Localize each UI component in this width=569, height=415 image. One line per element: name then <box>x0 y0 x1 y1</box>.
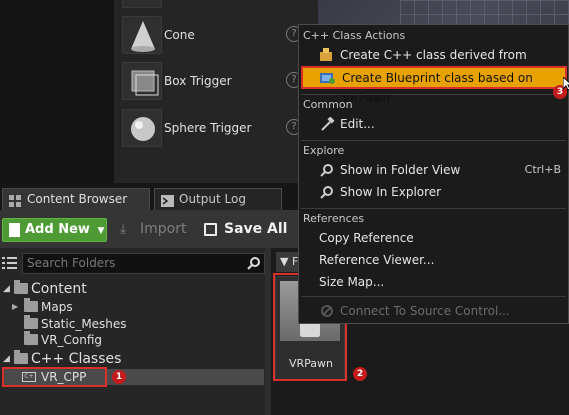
tree-item-vr-config[interactable]: VR_Config <box>0 331 268 348</box>
tree-item-label: Content <box>31 281 87 297</box>
content-browser-icon <box>9 193 22 207</box>
cpp-class-icon <box>319 48 335 62</box>
folder-open-icon <box>14 350 28 364</box>
menu-section-cpp-actions: C++ Class Actions <box>303 29 406 42</box>
tab-label: Content Browser <box>27 192 128 206</box>
menu-item-create-blueprint-class[interactable]: Create Blueprint class based on VRPawn <box>301 66 567 105</box>
asset-context-menu: C++ Class Actions Create C++ class deriv… <box>298 24 569 324</box>
menu-item-edit[interactable]: Edit... <box>301 114 567 134</box>
place-item-label: Sphere Trigger <box>164 121 252 135</box>
sphere-trigger-icon <box>122 109 162 147</box>
folder-icon <box>24 331 38 345</box>
annotation-marker-2: 2 <box>353 367 367 381</box>
folder-open-icon <box>14 280 28 294</box>
import-icon: ⤓ <box>120 221 127 237</box>
partial-thumb-icon <box>122 0 162 8</box>
search-folders-input[interactable]: Search Folders <box>22 253 265 274</box>
source-control-icon <box>319 304 335 318</box>
sources-toggle-icon[interactable] <box>2 255 18 271</box>
import-label: Import <box>140 221 187 237</box>
annotation-marker-1: 1 <box>112 370 126 384</box>
tree-item-cpp-classes[interactable]: ◢ C++ Classes <box>0 350 268 367</box>
chevron-down-icon: ▼ <box>97 226 105 236</box>
folder-icon <box>24 315 38 329</box>
menu-item-copy-reference[interactable]: Copy Reference <box>301 228 567 248</box>
tree-item-content[interactable]: ◢ Content <box>0 280 268 297</box>
tree-item-label: Static_Meshes <box>41 317 127 331</box>
tree-item-label: VR_Config <box>41 333 103 347</box>
edit-hammer-icon <box>319 116 335 131</box>
top-left-panel <box>0 0 114 183</box>
expanded-arrow-icon: ◢ <box>3 284 10 294</box>
menu-item-label: Copy Reference <box>319 231 414 245</box>
menu-separator <box>301 94 566 95</box>
search-placeholder: Search Folders <box>27 256 116 270</box>
tree-item-label: C++ Classes <box>31 351 122 367</box>
place-item-label: Cone <box>164 28 195 42</box>
menu-item-size-map[interactable]: Size Map... <box>301 272 567 292</box>
menu-item-label: Show in Folder View <box>340 163 461 177</box>
menu-separator <box>301 140 566 141</box>
menu-section-explore: Explore <box>303 144 345 157</box>
mouse-cursor-icon <box>562 75 569 91</box>
filter-icon: ▼ <box>280 255 289 268</box>
add-new-label: Add New <box>25 222 90 237</box>
save-all-button[interactable]: Save All <box>204 218 287 242</box>
menu-item-show-in-explorer[interactable]: Show In Explorer <box>301 182 567 202</box>
search-icon[interactable] <box>247 256 261 270</box>
blueprint-class-icon <box>319 70 335 84</box>
place-item-sphere-trigger[interactable]: Sphere Trigger ? <box>114 105 318 151</box>
magnifier-icon <box>319 163 335 177</box>
tree-item-maps[interactable]: ▶ Maps <box>0 298 268 315</box>
menu-section-references: References <box>303 212 365 225</box>
menu-item-reference-viewer[interactable]: Reference Viewer... <box>301 250 567 270</box>
expanded-arrow-icon: ◢ <box>3 354 10 364</box>
save-all-label: Save All <box>224 221 288 237</box>
menu-item-create-cpp-class[interactable]: Create C++ class derived from VRPawn <box>301 45 567 82</box>
menu-item-label: Connect To Source Control... <box>340 304 510 318</box>
annotation-box-1 <box>2 367 107 387</box>
shortcut-label: Ctrl+B <box>524 163 561 176</box>
cone-icon <box>122 16 162 54</box>
menu-item-label: Show In Explorer <box>340 185 442 199</box>
place-item-box-trigger[interactable]: Box Trigger ? <box>114 58 318 104</box>
menu-item-label: Edit... <box>340 117 375 131</box>
new-document-icon <box>9 223 20 237</box>
box-trigger-icon <box>122 62 162 100</box>
menu-separator <box>301 208 566 209</box>
magnifier-icon <box>319 185 335 199</box>
add-new-button[interactable]: Add New ▼ <box>2 218 107 242</box>
tree-item-static-meshes[interactable]: Static_Meshes <box>0 315 268 332</box>
tree-item-label: Maps <box>41 300 73 314</box>
place-actors-panel: Cone ? Box Trigger ? Sphere Trigger ? <box>114 0 318 183</box>
menu-item-connect-source-control[interactable]: Connect To Source Control... <box>301 301 567 321</box>
tab-content-browser[interactable]: Content Browser <box>2 188 150 210</box>
import-button[interactable]: ⤓ Import <box>120 218 186 242</box>
menu-separator <box>301 296 566 297</box>
place-item-label: Box Trigger <box>164 74 232 88</box>
collapsed-arrow-icon: ▶ <box>12 302 19 311</box>
tab-output-log[interactable]: Output Log <box>154 188 282 210</box>
place-item-cone[interactable]: Cone ? <box>114 12 318 58</box>
menu-item-label: Reference Viewer... <box>319 253 435 267</box>
menu-item-label: Size Map... <box>319 275 385 289</box>
filters-button[interactable]: ▼ F <box>276 252 300 272</box>
tab-label: Output Log <box>179 192 246 206</box>
menu-section-common: Common <box>303 98 353 111</box>
menu-item-label: Create Blueprint class based on VRPawn <box>342 71 533 105</box>
menu-item-show-in-folder-view[interactable]: Show in Folder View Ctrl+B <box>301 160 567 180</box>
save-icon <box>204 223 217 236</box>
output-log-icon <box>161 193 174 207</box>
folder-icon <box>24 298 38 312</box>
